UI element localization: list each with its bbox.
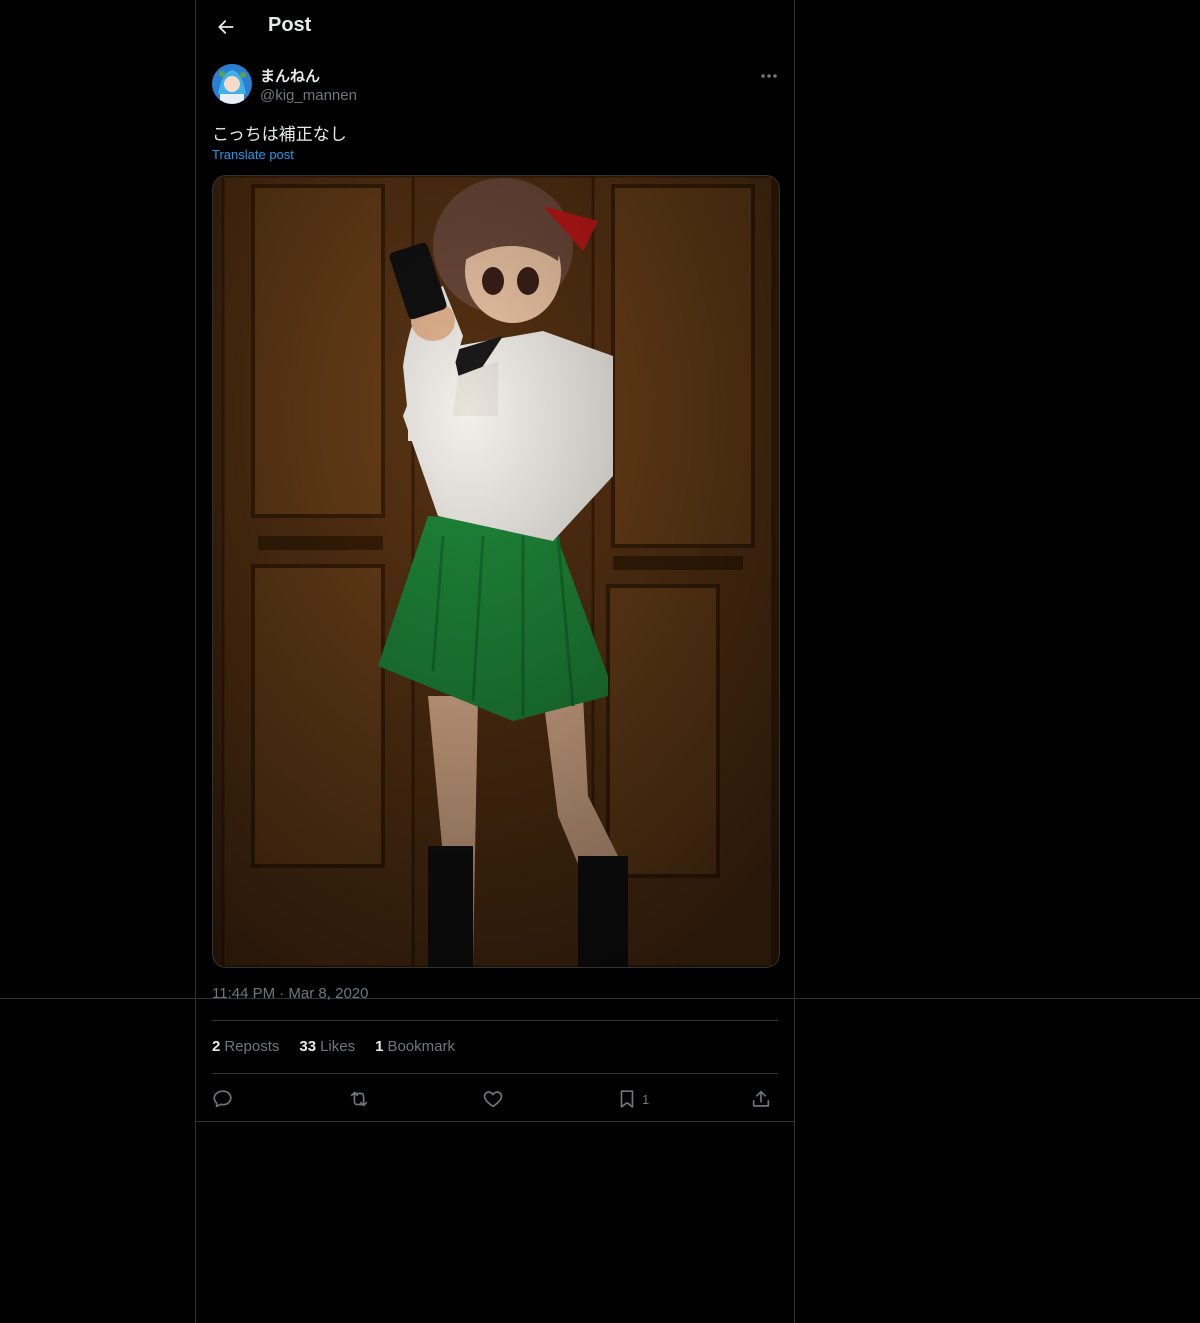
photo-illustration — [213, 176, 779, 967]
post-actions: 1 — [212, 1082, 778, 1116]
divider — [212, 1020, 778, 1021]
likes-count: 33 — [299, 1038, 317, 1055]
bookmark-icon — [620, 1090, 634, 1108]
post-stats: 2 Reposts 33 Likes 1 Bookmark — [212, 1038, 455, 1055]
reposts-stat[interactable]: 2 Reposts — [212, 1038, 279, 1055]
heart-icon — [483, 1091, 503, 1108]
share-icon — [752, 1090, 770, 1107]
likes-stat[interactable]: 33 Likes — [299, 1038, 355, 1055]
reposts-label: Reposts — [224, 1038, 280, 1055]
post-header: Post — [196, 0, 794, 54]
main-column: Post まんねん @kig_mannen こっちは補正なし Translate… — [195, 0, 795, 1323]
divider — [212, 1073, 778, 1074]
divider — [196, 1121, 794, 1122]
avatar[interactable] — [212, 64, 252, 104]
more-dots-icon — [761, 74, 777, 78]
post-timestamp[interactable]: 11:44 PM · Mar 8, 2020 — [212, 985, 368, 1002]
arrow-left-icon — [218, 20, 234, 34]
post-text: こっちは補正なし — [212, 125, 347, 145]
bookmarks-label: Bookmark — [387, 1038, 455, 1055]
bookmarks-stat[interactable]: 1 Bookmark — [375, 1038, 455, 1055]
share-button[interactable] — [750, 1082, 772, 1116]
repost-button[interactable] — [348, 1082, 370, 1116]
bookmark-button[interactable]: 1 — [616, 1082, 649, 1116]
reply-button[interactable] — [212, 1082, 234, 1116]
repost-icon — [350, 1091, 368, 1107]
reposts-count: 2 — [212, 1038, 221, 1055]
author-name[interactable]: まんねん — [260, 65, 320, 86]
like-button[interactable] — [482, 1082, 504, 1116]
back-button[interactable] — [208, 9, 244, 45]
reply-icon — [213, 1090, 232, 1108]
translate-post-link[interactable]: Translate post — [212, 147, 294, 162]
author-handle[interactable]: @kig_mannen — [260, 87, 357, 104]
page-title: Post — [268, 14, 312, 36]
avatar-image — [212, 64, 252, 104]
bookmarks-count: 1 — [375, 1038, 384, 1055]
likes-label: Likes — [320, 1038, 356, 1055]
bookmark-count: 1 — [642, 1091, 650, 1107]
more-options-button[interactable] — [754, 64, 784, 88]
post-photo[interactable] — [212, 175, 780, 968]
